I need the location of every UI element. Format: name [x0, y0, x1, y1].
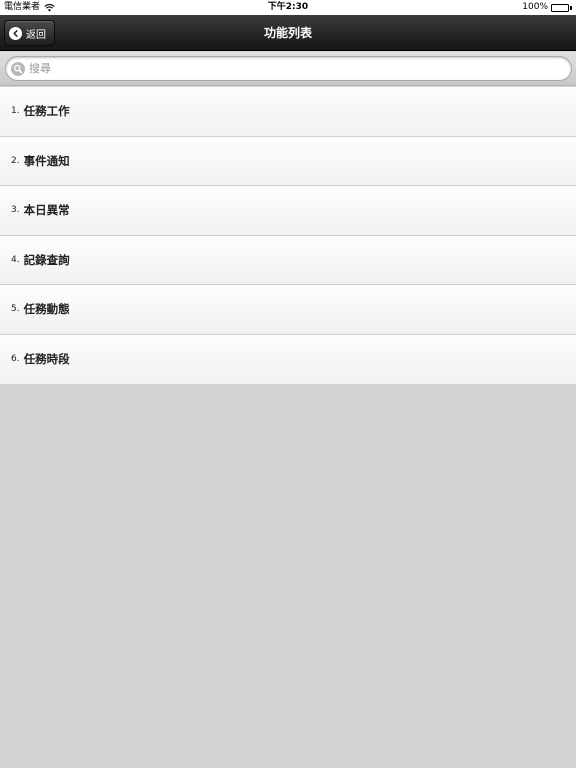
search-input[interactable] [29, 62, 529, 75]
list-item[interactable]: 3. 本日異常 [0, 186, 576, 236]
status-time: 下午2:30 [267, 2, 309, 12]
status-right: 100% [522, 0, 572, 15]
list-item-number: 6. [11, 354, 20, 365]
list-item-label: 本日異常 [23, 203, 70, 218]
list-item-number: 5. [11, 304, 20, 315]
list-item[interactable]: 2. 事件通知 [0, 136, 576, 186]
battery-icon [551, 3, 572, 12]
list-item-number: 2. [11, 155, 20, 166]
battery-percent: 100% [522, 2, 548, 12]
search-icon [11, 61, 25, 76]
list-item-number: 3. [11, 205, 20, 216]
list-item-number: 1. [11, 106, 20, 117]
navigation-bar: 返回 功能列表 [0, 15, 576, 51]
list-item-label: 記錄查詢 [23, 252, 70, 267]
search-bar [0, 52, 576, 86]
list-item[interactable]: 5. 任務動態 [0, 285, 576, 335]
list-item[interactable]: 1. 任務工作 [0, 87, 576, 137]
status-bar: 電信業者 下午2:30 100% [0, 0, 576, 15]
list-item-label: 任務動態 [23, 302, 70, 317]
page-title: 功能列表 [263, 26, 312, 40]
function-list: 1. 任務工作 2. 事件通知 3. 本日異常 4. 記錄查詢 5. 任務動態 6. 任務時段 [0, 87, 576, 384]
list-item-number: 4. [11, 254, 20, 265]
list-item-label: 任務工作 [23, 104, 70, 119]
list-item-label: 事件通知 [23, 153, 70, 168]
search-field[interactable] [5, 56, 572, 81]
list-item[interactable]: 4. 記錄查詢 [0, 235, 576, 285]
list-item-label: 任務時段 [23, 352, 70, 367]
list-item[interactable]: 6. 任務時段 [0, 334, 576, 384]
